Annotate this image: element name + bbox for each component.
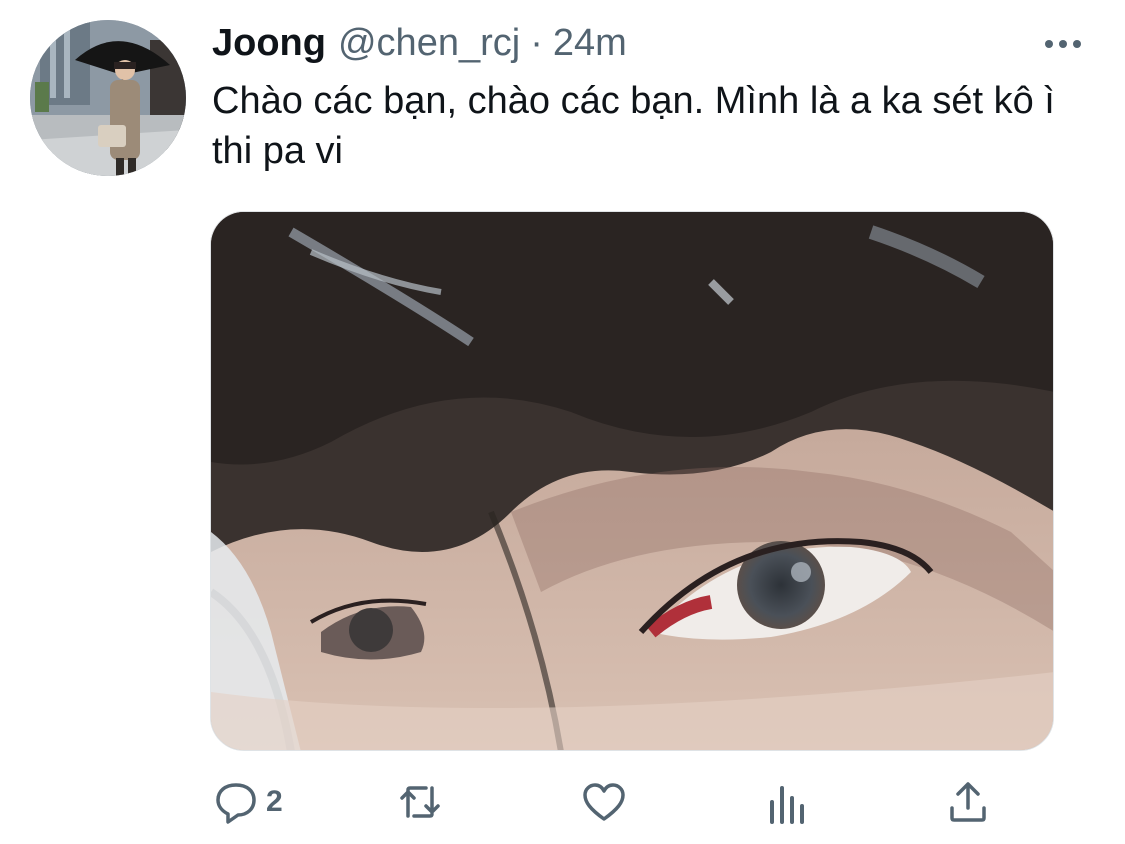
user-handle[interactable]: @chen_rcj xyxy=(338,22,520,65)
heart-icon xyxy=(583,783,625,821)
tweet-text: Chào các bạn, chào các bạn. Mình là a ka… xyxy=(212,80,1055,172)
like-button[interactable] xyxy=(580,770,628,834)
avatar[interactable] xyxy=(30,20,186,176)
share-button[interactable] xyxy=(944,770,992,834)
timestamp[interactable]: 24m xyxy=(553,22,627,65)
tweet-media[interactable] xyxy=(210,211,1054,751)
separator-dot: · xyxy=(530,22,543,64)
share-icon xyxy=(950,782,986,822)
more-icon[interactable] xyxy=(1043,34,1083,54)
views-button[interactable] xyxy=(764,770,812,834)
tweet-header: Joong @chen_rcj · 24m xyxy=(212,22,627,72)
views-icon xyxy=(770,786,804,824)
action-bar: 2 xyxy=(0,770,1125,840)
tweet: Joong @chen_rcj · 24m Chào các bạn, chào… xyxy=(0,0,1125,844)
display-name[interactable]: Joong xyxy=(212,22,326,65)
avatar-image xyxy=(30,20,186,176)
reply-button[interactable]: 2 xyxy=(212,770,283,834)
reply-icon xyxy=(216,783,256,824)
media-photo xyxy=(211,212,1053,750)
retweet-button[interactable] xyxy=(396,770,444,834)
retweet-icon xyxy=(400,786,440,818)
reply-count: 2 xyxy=(266,785,283,818)
